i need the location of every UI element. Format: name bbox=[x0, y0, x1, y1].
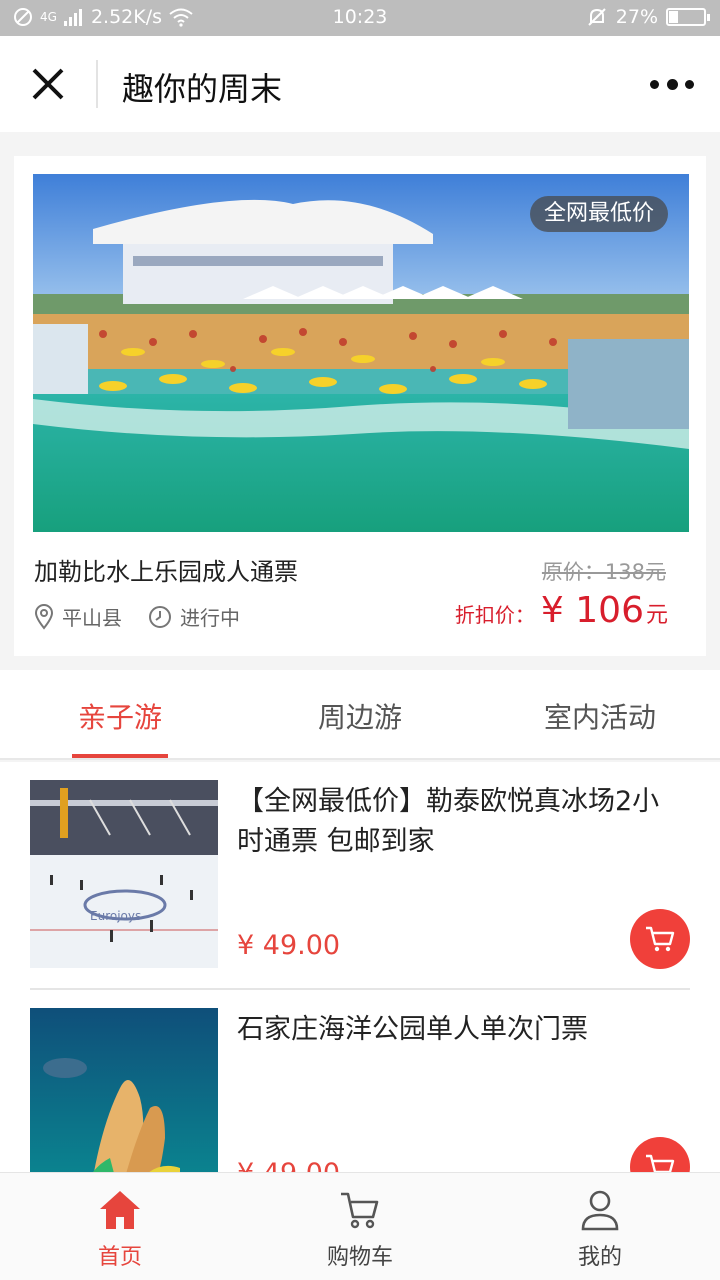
product-name[interactable]: 【全网最低价】勒泰欧悦真冰场2小时通票 包邮到家 bbox=[237, 782, 685, 862]
nav-profile[interactable]: 我的 bbox=[520, 1185, 680, 1271]
add-to-cart-button[interactable] bbox=[630, 909, 690, 969]
list-item[interactable]: Eurojoys 【全网最低价】勒泰欧悦真冰场2小时通票 包邮到家 ¥ 49.0… bbox=[30, 762, 690, 969]
product-list: Eurojoys 【全网最低价】勒泰欧悦真冰场2小时通票 包邮到家 ¥ 49.0… bbox=[0, 762, 720, 1172]
title-bar: 趣你的周末 bbox=[0, 36, 720, 132]
nav-home-label: 首页 bbox=[97, 1245, 142, 1270]
title-divider bbox=[96, 60, 98, 108]
battery-icon bbox=[666, 8, 710, 26]
user-icon bbox=[581, 1190, 619, 1231]
nav-cart-label: 购物车 bbox=[326, 1245, 393, 1270]
status-bar: 4G 2.52K/s 10:23 27% bbox=[0, 0, 720, 36]
nav-cart[interactable]: 购物车 bbox=[280, 1185, 440, 1271]
screen: 4G 2.52K/s 10:23 27% 趣你的周末 全网最低价 加勒比水上乐园… bbox=[0, 0, 720, 1280]
bottom-nav: 首页 购物车 我的 bbox=[0, 1172, 720, 1280]
page-title: 趣你的周末 bbox=[122, 70, 283, 108]
category-tabs: 亲子游 周边游 室内活动 bbox=[0, 670, 720, 760]
location-info: 平山县 bbox=[34, 602, 122, 631]
nav-profile-label: 我的 bbox=[577, 1245, 622, 1270]
location-label: 平山县 bbox=[62, 606, 122, 630]
product-price: ¥ 49.00 bbox=[237, 1158, 340, 1172]
cart-icon bbox=[646, 1154, 675, 1172]
discount-label: 折扣价： bbox=[454, 603, 535, 627]
cart-icon bbox=[341, 1192, 379, 1229]
price-unit: 元 bbox=[645, 603, 668, 628]
ocean-park-photo bbox=[30, 1008, 218, 1172]
discount-price: 折扣价： ¥ 106 元 bbox=[455, 590, 668, 631]
active-tab-indicator bbox=[72, 754, 168, 758]
close-icon bbox=[32, 68, 64, 100]
discount-value: ¥ 106 bbox=[540, 590, 644, 631]
mute-bell-icon bbox=[588, 8, 606, 26]
product-price: ¥ 49.00 bbox=[237, 930, 341, 961]
status-right: 27% bbox=[586, 6, 710, 28]
cart-icon bbox=[646, 926, 675, 952]
list-item[interactable]: 石家庄海洋公园单人单次门票 ¥ 49.00 bbox=[30, 990, 690, 1172]
location-pin-icon bbox=[34, 603, 54, 630]
status-info: 进行中 bbox=[148, 602, 240, 631]
status-label: 进行中 bbox=[180, 606, 240, 630]
product-name[interactable]: 石家庄海洋公园单人单次门票 bbox=[237, 1010, 685, 1050]
home-icon bbox=[100, 1191, 140, 1229]
tab-family[interactable]: 亲子游 bbox=[40, 696, 200, 736]
original-price: 原价：138元 bbox=[541, 560, 666, 584]
product-thumbnail[interactable] bbox=[30, 1008, 218, 1172]
lowest-price-badge: 全网最低价 bbox=[529, 196, 668, 232]
tab-nearby[interactable]: 周边游 bbox=[280, 696, 440, 736]
close-button[interactable] bbox=[26, 62, 70, 106]
featured-title[interactable]: 加勒比水上乐园成人通票 bbox=[34, 552, 298, 587]
nav-home[interactable]: 首页 bbox=[40, 1185, 200, 1271]
ice-rink-photo: Eurojoys bbox=[30, 780, 218, 968]
add-to-cart-button[interactable] bbox=[630, 1137, 690, 1172]
more-button[interactable] bbox=[650, 72, 694, 96]
featured-meta: 平山县 进行中 bbox=[34, 602, 266, 631]
more-icon bbox=[650, 79, 659, 89]
battery-percent: 27% bbox=[615, 6, 658, 28]
tab-indoor[interactable]: 室内活动 bbox=[520, 696, 680, 736]
battery-fill bbox=[669, 11, 678, 23]
clock-icon bbox=[149, 605, 171, 628]
svg-text:Eurojoys: Eurojoys bbox=[90, 909, 141, 923]
featured-card[interactable]: 全网最低价 加勒比水上乐园成人通票 原价：138元 平山县 进行中 折扣价： ¥… bbox=[14, 156, 706, 656]
product-thumbnail[interactable]: Eurojoys bbox=[30, 780, 218, 968]
